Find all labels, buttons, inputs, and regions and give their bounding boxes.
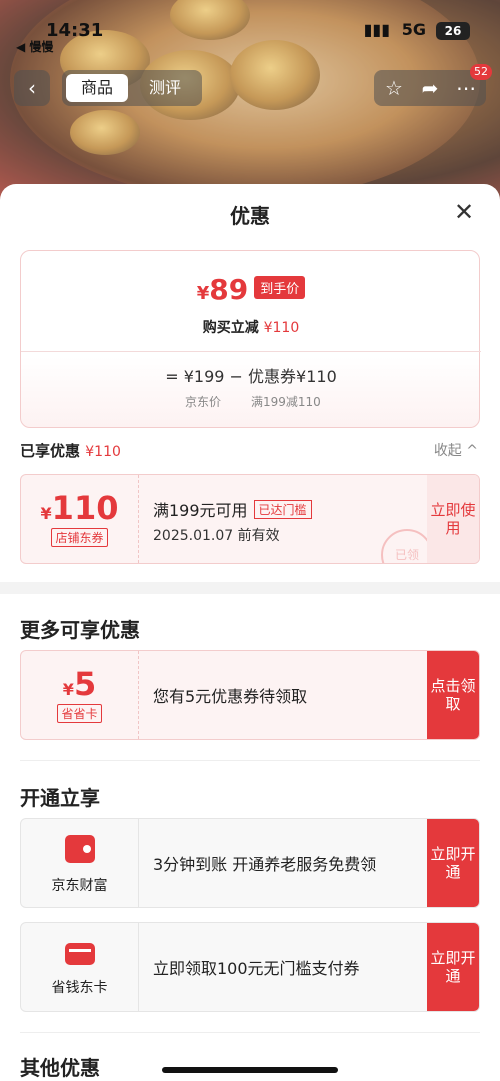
price-breakdown-card: ¥89 到手价 购买立减 ¥110 = ¥199 − 优惠券¥110 京东价 满1… xyxy=(20,250,481,428)
service-name: 京东财富 xyxy=(51,878,108,894)
coupon-value-block: ¥5 省省卡 xyxy=(21,651,139,739)
tab-switcher: 商品 测评 xyxy=(62,70,202,106)
card-icon xyxy=(64,943,95,965)
claim-button[interactable]: 点击领取 xyxy=(427,651,479,739)
battery-icon: 26 xyxy=(436,22,470,40)
coupon-type: 店铺东券 xyxy=(51,528,108,547)
wallet-icon xyxy=(64,835,95,863)
final-price: ¥89 到手价 xyxy=(21,273,481,306)
card-divider xyxy=(21,351,481,352)
saver-card-coupon: ¥5 省省卡 您有5元优惠券待领取 点击领取 xyxy=(20,650,480,740)
use-now-button[interactable]: 立即使用 xyxy=(427,475,479,563)
tab-review[interactable]: 测评 xyxy=(134,74,196,102)
coupon-type: 省省卡 xyxy=(57,704,102,723)
status-bar: 14:31 ◀ 慢慢 ▮▮▮ 5G 26 xyxy=(0,20,500,54)
back-arrow-icon[interactable]: ‹ xyxy=(14,70,50,106)
coupon-amount: 110 xyxy=(51,489,119,527)
discount-summary: 购买立减 ¥110 xyxy=(202,320,300,336)
open-now-button[interactable]: 立即开通 xyxy=(427,819,479,907)
close-icon[interactable]: ✕ xyxy=(452,200,476,224)
store-coupon-card: ¥110 店铺东券 满199元可用 已达门槛 2025.01.07 前有效 已领 … xyxy=(20,474,480,564)
service-description: 3分钟到账 开通养老服务免费领 xyxy=(153,855,377,874)
open-now-button[interactable]: 立即开通 xyxy=(427,923,479,1011)
more-discounts-title: 更多可享优惠 xyxy=(20,618,140,642)
final-price-value: 89 xyxy=(209,273,249,306)
star-icon[interactable]: ☆ xyxy=(376,70,412,106)
coupon-validity: 2025.01.07 前有效 xyxy=(153,528,280,544)
divider xyxy=(20,1032,480,1033)
top-nav: ‹ 商品 测评 ☆ ➦ ⋯ 52 xyxy=(0,64,500,108)
other-discounts-title: 其他优惠 xyxy=(20,1056,100,1080)
action-group: ☆ ➦ ⋯ xyxy=(374,70,486,106)
message-badge: 52 xyxy=(470,64,492,80)
label-original-price: 京东价 xyxy=(185,395,222,409)
collapse-toggle[interactable]: 收起 ^ xyxy=(434,440,478,460)
coupon-condition: 满199元可用 xyxy=(153,501,248,520)
service-brand: 京东财富 xyxy=(21,819,139,907)
divider xyxy=(20,760,480,761)
price-formula: = ¥199 − 优惠券¥110 xyxy=(165,367,337,386)
threshold-tag: 已达门槛 xyxy=(253,500,312,519)
discount-amount: ¥110 xyxy=(263,320,300,336)
service-details: 3分钟到账 开通养老服务免费领 xyxy=(153,819,423,907)
coupon-value-block: ¥110 店铺东券 xyxy=(21,475,139,563)
section-gap xyxy=(0,582,500,594)
home-indicator[interactable] xyxy=(162,1067,338,1073)
service-details: 立即领取100元无门槛支付券 xyxy=(153,923,423,1011)
tab-product[interactable]: 商品 xyxy=(66,74,128,102)
coupon-amount: 5 xyxy=(73,665,97,703)
share-icon[interactable]: ➦ xyxy=(412,70,448,106)
coupon-details: 您有5元优惠券待领取 xyxy=(153,651,423,739)
network-label: 5G xyxy=(401,20,426,39)
status-carrier: ◀ 慢慢 xyxy=(16,40,54,54)
service-card-jd-wealth: 京东财富 3分钟到账 开通养老服务免费领 立即开通 xyxy=(20,818,480,908)
service-name: 省钱东卡 xyxy=(51,980,108,996)
service-card-saver-card: 省钱东卡 立即领取100元无门槛支付券 立即开通 xyxy=(20,922,480,1012)
enjoyed-discount: 已享优惠 ¥110 xyxy=(20,442,121,460)
service-description: 立即领取100元无门槛支付券 xyxy=(153,959,360,978)
sheet-title: 优惠 xyxy=(230,204,270,228)
open-benefits-title: 开通立享 xyxy=(20,786,100,810)
signal-icon: ▮▮▮ xyxy=(363,20,390,39)
service-brand: 省钱东卡 xyxy=(21,923,139,1011)
coupon-description: 您有5元优惠券待领取 xyxy=(153,687,308,706)
label-coupon-rule: 满199减110 xyxy=(251,395,321,409)
final-price-tag: 到手价 xyxy=(254,276,306,299)
status-time: 14:31 xyxy=(46,20,104,41)
enjoyed-amount: ¥110 xyxy=(85,444,121,460)
discount-sheet: 优惠 ✕ ¥89 到手价 购买立减 ¥110 = ¥199 − 优惠券¥110 京… xyxy=(0,184,500,1081)
